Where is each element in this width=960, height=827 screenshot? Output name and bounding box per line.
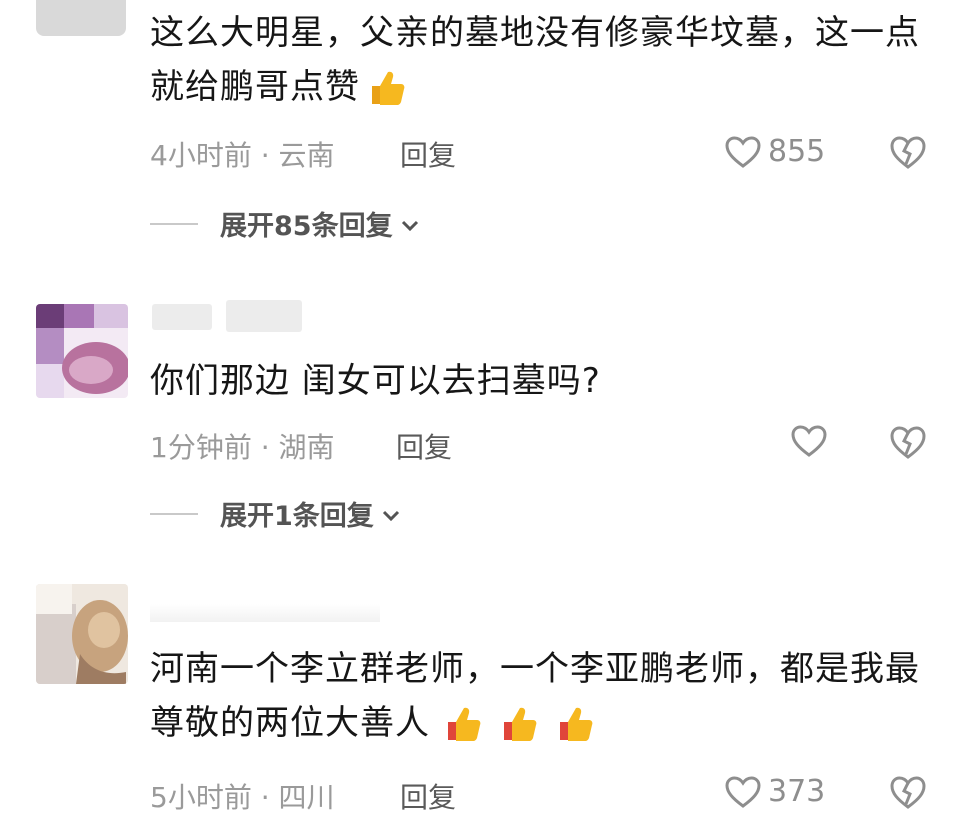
like-button[interactable]: 855 <box>724 134 825 169</box>
expand-replies-button[interactable]: 展开1条回复 <box>150 494 400 533</box>
username[interactable] <box>152 304 212 330</box>
avatar[interactable] <box>36 0 126 36</box>
like-button[interactable]: 373 <box>724 774 825 809</box>
heart-icon <box>790 424 828 458</box>
divider-line <box>150 512 198 515</box>
comment-location: 湖南 <box>278 431 335 464</box>
chevron-down-icon <box>401 208 419 239</box>
reply-button[interactable]: 回复 <box>400 776 456 816</box>
reply-button[interactable]: 回复 <box>396 426 452 466</box>
thumbs-up-emoji-icon <box>554 704 594 758</box>
comment-time: 4小时前 <box>150 139 252 172</box>
expand-replies-label: 展开85条回复 <box>220 211 393 242</box>
comment-meta: 5小时前 · 四川 <box>150 781 335 814</box>
dislike-button[interactable] <box>888 134 928 174</box>
thumbs-up-emoji-icon <box>366 68 406 122</box>
divider-line <box>150 222 198 225</box>
username[interactable] <box>150 604 380 622</box>
thumbs-up-emoji-icon <box>498 704 538 758</box>
avatar[interactable] <box>36 304 128 398</box>
comment-text: 你们那边 闺女可以去扫墓吗? <box>150 354 920 408</box>
heart-icon <box>724 135 762 169</box>
thumbs-up-emoji-icon <box>442 704 482 758</box>
comment-meta: 1分钟前 · 湖南 <box>150 431 335 464</box>
expand-replies-label: 展开1条回复 <box>220 501 374 532</box>
chevron-down-icon <box>382 498 400 529</box>
dislike-button[interactable] <box>888 774 928 814</box>
comment-text-content: 这么大明星，父亲的墓地没有修豪华坟墓，这一点就给鹏哥点赞 <box>150 13 920 107</box>
comment-meta: 4小时前 · 云南 <box>150 139 335 172</box>
dislike-button[interactable] <box>888 424 928 464</box>
comment-text-content: 你们那边 闺女可以去扫墓吗? <box>150 361 601 401</box>
heart-icon <box>724 775 762 809</box>
comment-text: 这么大明星，父亲的墓地没有修豪华坟墓，这一点就给鹏哥点赞 <box>150 6 920 122</box>
like-count: 373 <box>768 774 826 809</box>
broken-heart-icon <box>888 136 928 174</box>
comment-location: 云南 <box>278 139 335 172</box>
broken-heart-icon <box>888 776 928 814</box>
comment-time: 1分钟前 <box>150 431 252 464</box>
like-count: 855 <box>768 134 826 169</box>
broken-heart-icon <box>888 426 928 464</box>
comment-text: 河南一个李立群老师，一个李亚鹏老师，都是我最尊敬的两位大善人 <box>150 642 920 758</box>
comment-location: 四川 <box>278 781 335 814</box>
like-button[interactable] <box>790 424 828 458</box>
username[interactable] <box>226 300 302 332</box>
reply-button[interactable]: 回复 <box>400 134 456 174</box>
comment-time: 5小时前 <box>150 781 252 814</box>
expand-replies-button[interactable]: 展开85条回复 <box>150 204 419 243</box>
avatar[interactable] <box>36 584 128 684</box>
